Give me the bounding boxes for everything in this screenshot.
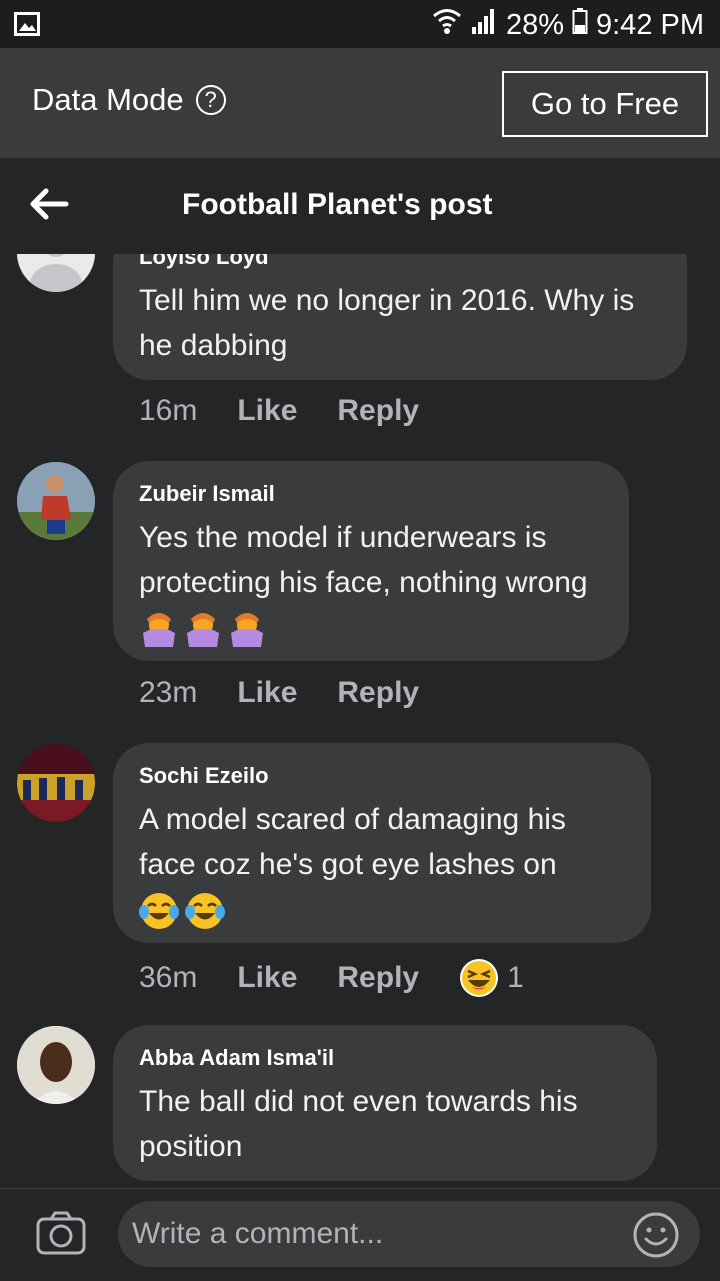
reaction-count: 1 <box>507 961 524 994</box>
comment-bubble[interactable]: Zubeir Ismail Yes the model if underwear… <box>113 461 629 661</box>
comment-actions: 36m Like Reply 1 <box>139 958 524 998</box>
comment-author[interactable]: Sochi Ezeilo <box>139 761 625 791</box>
reaction-summary[interactable]: 1 <box>459 958 524 998</box>
wifi-icon <box>432 7 462 43</box>
comment-author[interactable]: Loyiso Loyd <box>139 254 661 272</box>
reply-button[interactable]: Reply <box>337 676 419 710</box>
help-icon[interactable]: ? <box>195 85 226 115</box>
page-title: Football Planet's post <box>182 188 493 221</box>
comment-bubble[interactable]: Abba Adam Isma'il The ball did not even … <box>113 1025 657 1181</box>
battery-percent: 28% <box>505 8 564 41</box>
comment-composer <box>0 1188 720 1281</box>
comment-text: Yes the model if underwears is protectin… <box>139 521 588 599</box>
comment-bubble[interactable]: Loyiso Loyd Tell him we no longer in 201… <box>113 254 687 380</box>
like-button[interactable]: Like <box>237 961 297 995</box>
post-header: Football Planet's post <box>0 158 720 254</box>
avatar[interactable] <box>17 254 95 292</box>
face-with-tears-of-joy-emoji-icon <box>139 893 227 930</box>
go-to-free-button[interactable]: Go to Free <box>502 71 708 137</box>
battery-icon <box>572 7 588 43</box>
comment-text: The ball did not even towards his positi… <box>139 1085 578 1163</box>
avatar[interactable] <box>17 744 95 822</box>
comment-author[interactable]: Abba Adam Isma'il <box>139 1043 631 1073</box>
comment-time: 23m <box>139 676 198 709</box>
comment-actions: 23m Like Reply <box>139 676 459 710</box>
comment-actions: 16m Like Reply <box>139 394 459 428</box>
like-button[interactable]: Like <box>237 394 297 428</box>
avatar[interactable] <box>17 1026 95 1104</box>
reply-button[interactable]: Reply <box>337 961 419 995</box>
camera-icon[interactable] <box>36 1211 86 1260</box>
data-mode-text: Data Mode <box>32 82 184 117</box>
signal-icon <box>470 7 498 43</box>
avatar[interactable] <box>17 462 95 540</box>
haha-reaction-icon <box>459 958 499 998</box>
image-icon <box>14 11 40 44</box>
reply-button[interactable]: Reply <box>337 394 419 428</box>
comment-text: Tell him we no longer in 2016. Why is he… <box>139 284 635 362</box>
comment-time: 16m <box>139 394 198 427</box>
clock: 9:42 PM <box>596 8 704 41</box>
comment-text: A model scared of damaging his face coz … <box>139 803 566 881</box>
data-mode-label[interactable]: Data Mode ? <box>32 82 226 118</box>
comment-time: 36m <box>139 961 198 994</box>
back-arrow-icon[interactable] <box>26 184 70 224</box>
comment-input[interactable] <box>118 1201 700 1267</box>
comment-bubble[interactable]: Sochi Ezeilo A model scared of damaging … <box>113 743 651 943</box>
emoji-picker-icon[interactable] <box>632 1211 680 1264</box>
comment-author[interactable]: Zubeir Ismail <box>139 479 603 509</box>
data-mode-bar: Data Mode ? Go to Free <box>0 48 720 158</box>
comments-list[interactable]: Loyiso Loyd Tell him we no longer in 201… <box>0 254 720 1188</box>
like-button[interactable]: Like <box>237 676 297 710</box>
person-shrugging-emoji-icon <box>139 611 271 648</box>
status-bar: 28% 9:42 PM <box>0 0 720 48</box>
